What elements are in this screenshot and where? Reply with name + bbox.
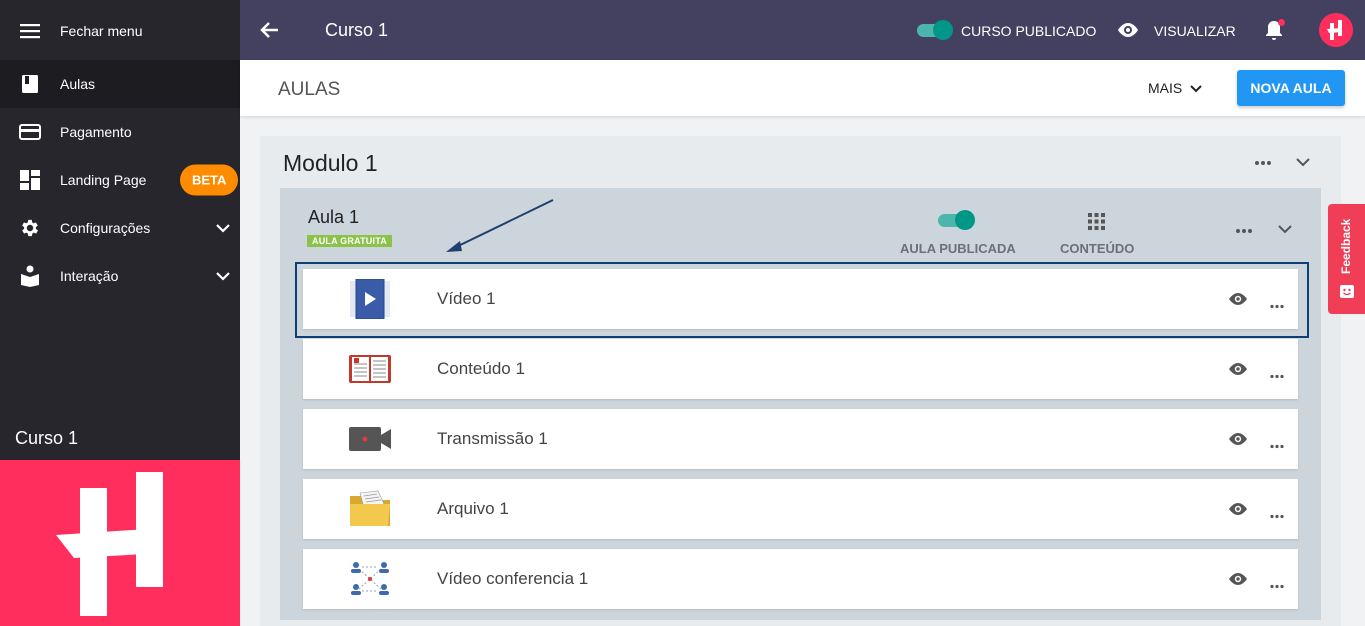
open-book-icon (348, 349, 392, 389)
more-options-icon[interactable] (1270, 576, 1284, 594)
grid-icon[interactable] (1088, 213, 1105, 235)
item-name: Transmissão 1 (437, 429, 548, 448)
chevron-down-icon (1190, 80, 1202, 96)
dashboard-icon (19, 169, 41, 191)
course-title: Curso 1 (325, 20, 389, 40)
new-lesson-button[interactable]: NOVA AULA (1237, 70, 1345, 106)
book-icon (19, 73, 41, 95)
highlight-box (295, 262, 1309, 338)
lesson-published-label: AULA PUBLICADA (900, 241, 1016, 256)
list-item[interactable]: Vídeo conferencia 1 (303, 549, 1298, 609)
sidebar-item-aulas[interactable]: Aulas (0, 60, 240, 108)
sidebar-item-label: Pagamento (60, 124, 132, 140)
list-item[interactable]: Arquivo 1 (303, 479, 1298, 539)
chevron-down-icon (216, 268, 230, 284)
view-button[interactable]: VISUALIZAR (1154, 23, 1236, 39)
video-camera-icon (348, 419, 392, 459)
module-title: Modulo 1 (283, 150, 378, 176)
list-item[interactable]: Conteúdo 1 (303, 339, 1298, 399)
more-options-icon[interactable] (1235, 221, 1253, 239)
sidebar-item-configuracoes[interactable]: Configurações (0, 204, 240, 252)
feedback-tab[interactable]: Feedback (1328, 204, 1365, 314)
more-options-icon[interactable] (1270, 506, 1284, 524)
sidebar-item-label: Landing Page (60, 172, 147, 188)
conference-icon (348, 559, 392, 599)
page-title: AULAS (278, 79, 341, 100)
chevron-down-icon[interactable] (1278, 221, 1292, 239)
gear-icon (19, 217, 41, 239)
annotation-arrow (446, 199, 554, 252)
course-published-toggle[interactable] (917, 20, 953, 40)
lesson-published-toggle[interactable] (938, 210, 976, 230)
item-name: Conteúdo 1 (437, 359, 525, 378)
chevron-down-icon (216, 220, 230, 236)
credit-card-icon (19, 121, 41, 143)
sub-header: AULAS MAIS NOVA AULA (240, 60, 1365, 116)
lesson-title: Aula 1 (308, 207, 360, 227)
bell-icon[interactable] (1264, 19, 1285, 46)
close-menu-label: Fechar menu (60, 23, 143, 39)
close-menu-button[interactable]: Fechar menu (0, 7, 240, 55)
eye-icon[interactable] (1228, 432, 1248, 451)
free-lesson-badge: AULA GRATUITA (307, 235, 392, 247)
list-item[interactable]: Transmissão 1 (303, 409, 1298, 469)
top-bar: Curso 1 CURSO PUBLICADO VISUALIZAR (240, 0, 1365, 60)
course-published-label: CURSO PUBLICADO (961, 23, 1097, 39)
sidebar-item-interacao[interactable]: Interação (0, 252, 240, 300)
sidebar-item-label: Configurações (60, 220, 151, 236)
reading-person-icon (19, 265, 41, 287)
eye-icon[interactable] (1228, 362, 1248, 381)
item-name: Arquivo 1 (437, 499, 509, 518)
more-menu-label: MAIS (1148, 80, 1183, 96)
sidebar-item-label: Aulas (60, 76, 96, 92)
item-name: Vídeo conferencia 1 (437, 569, 589, 588)
sidebar: Fechar menu Aulas Pagamento Landing Page… (0, 0, 240, 626)
eye-icon[interactable] (1228, 572, 1248, 591)
user-avatar[interactable] (1319, 13, 1353, 47)
more-menu-button[interactable]: MAIS (1148, 80, 1202, 96)
lesson-content-button[interactable]: CONTEÚDO (1060, 241, 1134, 256)
beta-badge: BETA (180, 164, 239, 196)
folder-icon (348, 489, 392, 529)
sidebar-item-label: Interação (60, 268, 119, 284)
smile-icon (1339, 284, 1355, 305)
sidebar-item-pagamento[interactable]: Pagamento (0, 108, 240, 156)
chevron-down-icon[interactable] (1296, 154, 1310, 172)
brand-logo (0, 460, 240, 626)
more-options-icon[interactable] (1270, 366, 1284, 384)
more-options-icon[interactable] (1270, 436, 1284, 454)
more-options-icon[interactable] (1254, 153, 1272, 171)
eye-icon[interactable] (1116, 20, 1140, 45)
sidebar-item-landing-page[interactable]: Landing Page BETA (0, 156, 240, 204)
feedback-label: Feedback (1339, 218, 1353, 274)
back-arrow-icon[interactable] (258, 18, 282, 42)
hamburger-menu-icon (19, 20, 41, 42)
eye-icon[interactable] (1228, 502, 1248, 521)
sidebar-course-name: Curso 1 (15, 428, 79, 448)
